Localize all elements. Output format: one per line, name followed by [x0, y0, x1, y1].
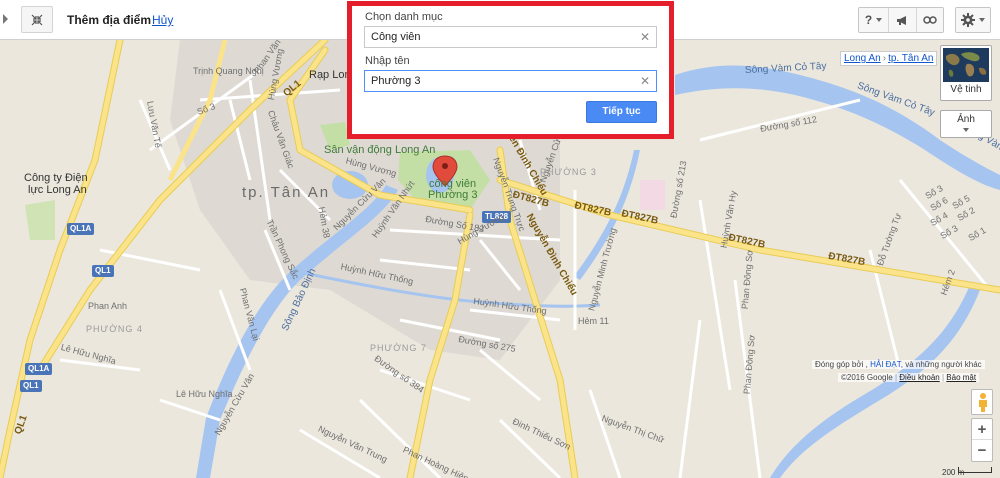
- attribution-prefix: Đóng góp bởi ,: [815, 360, 868, 369]
- attribution: Đóng góp bởi , HẢI ĐẠT, và những người k…: [812, 360, 985, 369]
- megaphone-icon: [897, 15, 906, 25]
- copyright-text: ©2016 Google: [841, 373, 893, 382]
- settings-group: [955, 7, 991, 33]
- settings-button[interactable]: [956, 8, 990, 32]
- terms-link[interactable]: Điều khoản: [899, 373, 939, 382]
- link-button[interactable]: [917, 8, 943, 32]
- cancel-link[interactable]: Hủy: [152, 13, 173, 27]
- pegman-button[interactable]: [971, 389, 993, 415]
- photos-dropdown[interactable]: Ảnh: [940, 110, 992, 138]
- gear-icon: [961, 13, 975, 27]
- breadcrumb: Long An › tp. Tân An: [840, 51, 938, 66]
- satellite-toggle[interactable]: Vệ tinh: [940, 45, 992, 101]
- satellite-label: Vệ tinh: [950, 84, 982, 95]
- highway-shield: QL1A: [25, 363, 53, 375]
- collapse-icon: [31, 14, 43, 26]
- map-label: lực Long An: [28, 184, 87, 196]
- map-label: Phan Anh: [88, 301, 128, 311]
- scale-bar: [958, 467, 992, 473]
- page-title: Thêm địa điểm: [67, 13, 152, 27]
- map-label: Lê Hữu Nghĩa: [176, 389, 233, 399]
- map-label: Phường 3: [428, 189, 478, 201]
- copyright-bar: ©2016 Google | Điều khoản | Bảo mật: [838, 373, 980, 382]
- map-label: Công ty Điện: [24, 172, 88, 184]
- feedback-button[interactable]: [889, 8, 917, 32]
- highway-shield: QL1: [92, 265, 114, 277]
- chevron-down-icon: [963, 128, 969, 132]
- help-button[interactable]: ?: [859, 8, 889, 32]
- highway-shield: QL1A: [67, 223, 95, 235]
- map-label: tp. Tân An: [242, 184, 331, 201]
- map-label: Hẻm 11: [578, 316, 609, 326]
- help-label: ?: [864, 13, 873, 27]
- zoom-out-button[interactable]: −: [972, 440, 992, 461]
- pegman-icon: [979, 393, 987, 412]
- breadcrumb-city[interactable]: tp. Tân An: [888, 53, 933, 64]
- help-share-group: ?: [858, 7, 944, 33]
- zoom-control: + −: [971, 418, 993, 462]
- map-label: PHƯỜNG 4: [86, 324, 143, 334]
- attribution-suffix: và những người khác: [905, 360, 982, 369]
- highlight-box: [347, 1, 674, 139]
- map-label: PHƯỜNG 3: [540, 167, 597, 177]
- expand-arrow-icon[interactable]: [3, 14, 8, 24]
- breadcrumb-separator: ›: [882, 53, 887, 64]
- highway-shield: QL1: [20, 380, 42, 392]
- contributor-link[interactable]: HẢI ĐẠT,: [870, 360, 903, 369]
- map-label: PHƯỜNG 7: [370, 343, 427, 353]
- privacy-link[interactable]: Bảo mật: [946, 373, 976, 382]
- photos-label: Ảnh: [957, 114, 975, 125]
- collapse-button[interactable]: [21, 6, 53, 33]
- link-icon: [923, 16, 937, 24]
- map-label: Sân vận động Long An: [324, 144, 436, 156]
- zoom-in-button[interactable]: +: [972, 419, 992, 440]
- earth-thumbnail: [943, 48, 989, 82]
- breadcrumb-region[interactable]: Long An: [844, 53, 881, 64]
